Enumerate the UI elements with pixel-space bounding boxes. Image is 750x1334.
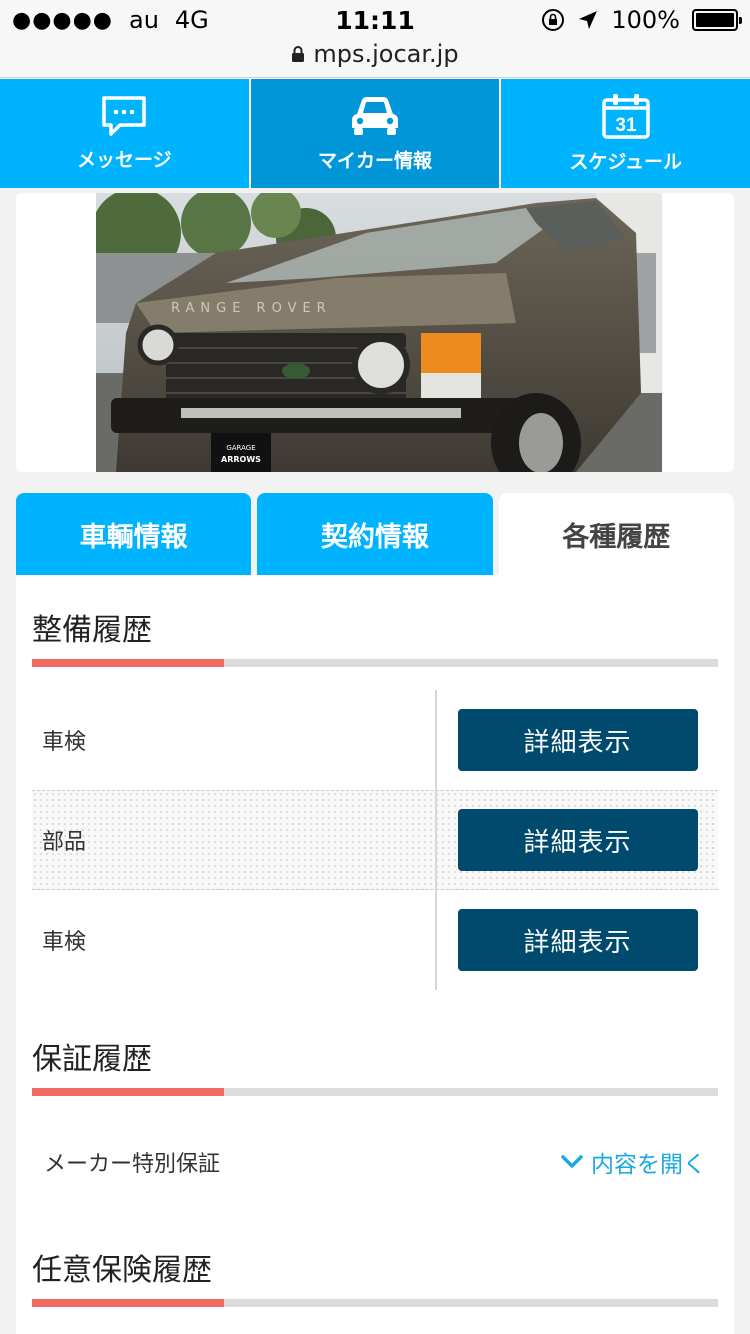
warranty-history-title: 保証履歴 (32, 1042, 152, 1077)
warranty-title-underline (32, 1088, 718, 1096)
location-arrow-icon (579, 11, 598, 29)
maintenance-title-underline (32, 659, 718, 667)
url-text: mps.jocar.jp (313, 40, 459, 68)
nav-my-car[interactable]: マイカー情報 (250, 79, 502, 188)
lock-icon (292, 46, 305, 62)
history-item-name: 部品 (32, 791, 437, 889)
calendar-day: 31 (615, 115, 637, 136)
chat-bubble-icon (102, 96, 147, 136)
detail-button[interactable]: 詳細表示 (457, 909, 698, 971)
address-bar[interactable]: mps.jocar.jp (0, 40, 750, 68)
status-right: 100% (541, 6, 742, 34)
warranty-item: メーカー特別保証 内容を開く (32, 1132, 718, 1192)
status-bar: ●●●●● au 4G 11:11 100% mps.jocar.jp (0, 0, 750, 78)
history-item-name: 車検 (32, 890, 437, 990)
tab-vehicle-info[interactable]: 車輌情報 (16, 493, 252, 575)
insurance-title-underline (32, 1299, 718, 1307)
history-panel: 整備履歴 車検 詳細表示 部品 詳細表示 車検 詳細表示 保証履歴 メーカー特別… (16, 575, 734, 1334)
car-photo: RANGE ROVER GARAGE ARROWS (96, 193, 662, 472)
calendar-icon: 31 (601, 94, 650, 139)
nav-schedule[interactable]: 31 スケジュール (501, 79, 750, 188)
table-row: 部品 詳細表示 (32, 790, 718, 890)
expand-content-link[interactable]: 内容を開く (561, 1145, 718, 1179)
chevron-down-icon (561, 1155, 583, 1168)
nav-messages-label: メッセージ (77, 149, 172, 171)
rotation-lock-icon (542, 9, 565, 31)
plate-top: GARAGE (226, 444, 255, 452)
insurance-history-title: 任意保険履歴 (32, 1253, 212, 1288)
expand-content-label: 内容を開く (591, 1152, 706, 1178)
car-icon (352, 97, 398, 135)
plate-bottom: ARROWS (221, 455, 261, 464)
info-tabs: 車輌情報 契約情報 各種履歴 (16, 493, 734, 575)
tab-contract-info[interactable]: 契約情報 (257, 493, 493, 575)
maintenance-history-title: 整備履歴 (32, 613, 152, 648)
table-row: 車検 詳細表示 (32, 690, 718, 790)
history-item-name: 車検 (32, 690, 437, 790)
tab-history[interactable]: 各種履歴 (498, 493, 734, 575)
detail-button[interactable]: 詳細表示 (457, 809, 698, 871)
car-photo-card: RANGE ROVER GARAGE ARROWS (16, 193, 734, 472)
nav-schedule-label: スケジュール (569, 151, 683, 173)
maintenance-history-list: 車検 詳細表示 部品 詳細表示 車検 詳細表示 (32, 690, 718, 990)
detail-button[interactable]: 詳細表示 (457, 709, 698, 771)
warranty-item-name: メーカー特別保証 (44, 1152, 221, 1177)
nav-messages[interactable]: メッセージ (0, 79, 251, 188)
nav-my-car-label: マイカー情報 (318, 150, 433, 172)
battery-icon (692, 9, 742, 31)
battery-percent: 100% (611, 6, 680, 34)
main-nav: メッセージ マイカー情報 31 スケジュール (0, 79, 750, 188)
hood-badge: RANGE ROVER (171, 301, 332, 316)
table-row: 車検 詳細表示 (32, 890, 718, 990)
